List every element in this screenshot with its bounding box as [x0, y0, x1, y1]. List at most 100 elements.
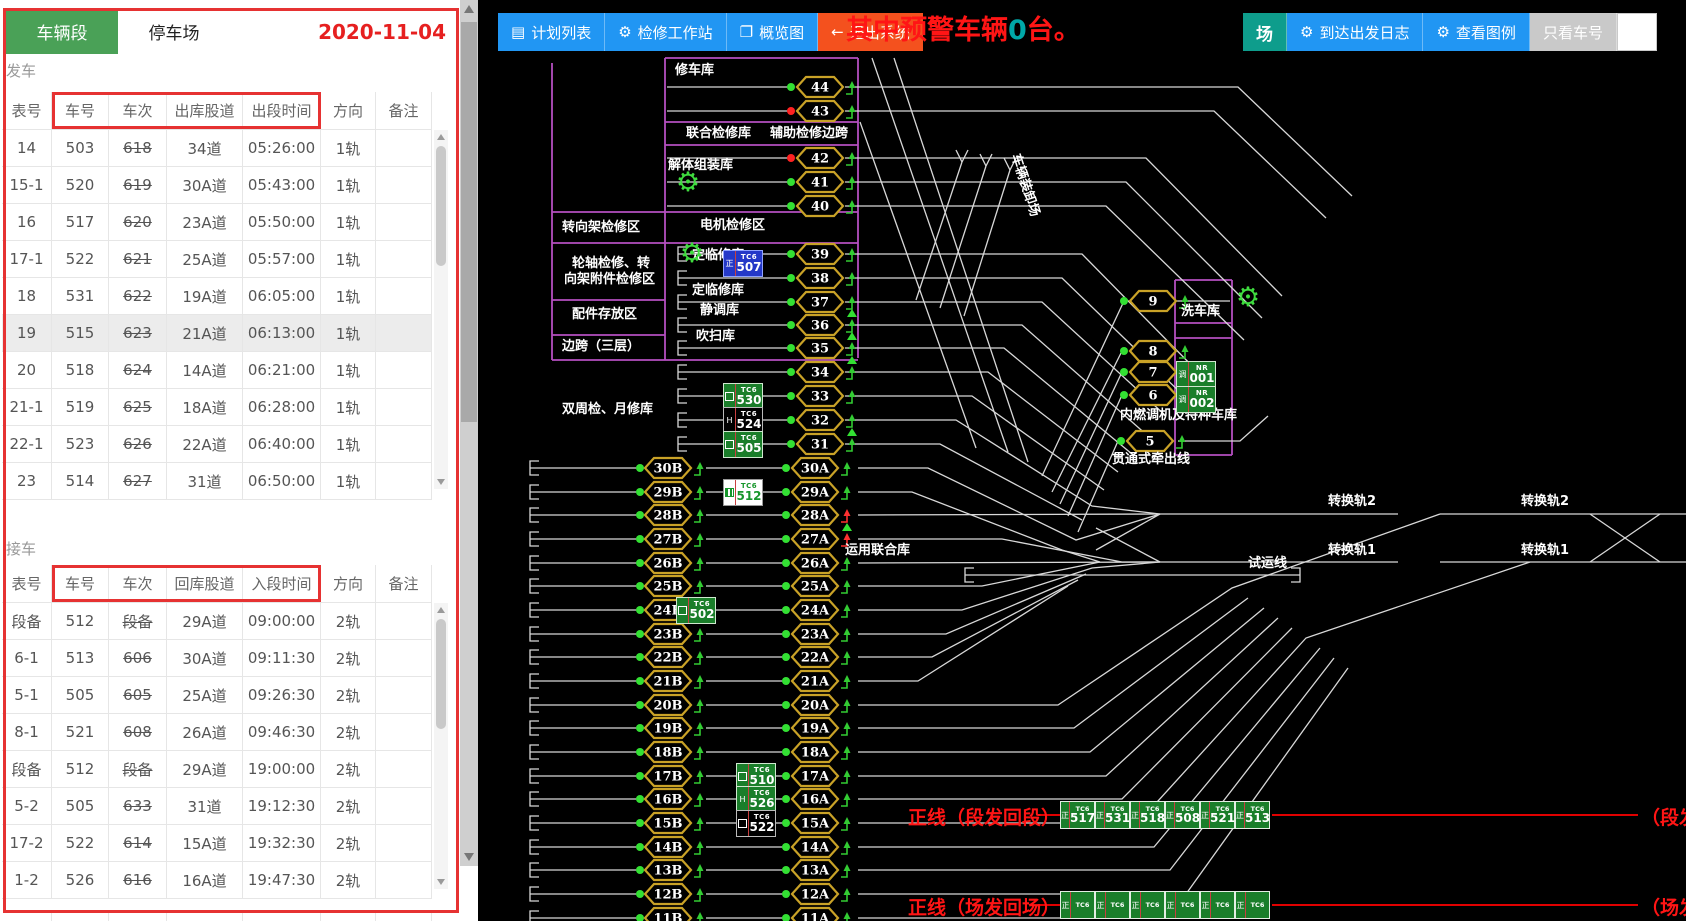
track-badge-17B[interactable]: 17B — [645, 766, 691, 786]
scroll-down-icon[interactable] — [437, 879, 445, 885]
track-badge-20A[interactable]: 20A — [792, 695, 838, 715]
track-badge-6[interactable]: 6 — [1130, 385, 1176, 405]
track-badge-21A[interactable]: 21A — [792, 671, 838, 691]
track-badge-21B[interactable]: 21B — [645, 671, 691, 691]
track-badge-28A[interactable]: 28A — [792, 505, 838, 525]
track-badge-29B[interactable]: 29B — [645, 482, 691, 502]
track-badge-30B[interactable]: 30B — [645, 458, 691, 478]
track-badge-13B[interactable]: 13B — [645, 860, 691, 880]
track-badge-5[interactable]: 5 — [1127, 431, 1173, 451]
track-badge-15B[interactable]: 15B — [645, 813, 691, 833]
track-badge-42[interactable]: 42 — [797, 148, 843, 168]
scroll-down-icon[interactable] — [437, 479, 445, 485]
scroll-up-icon[interactable] — [437, 134, 445, 140]
track-badge-29A[interactable]: 29A — [792, 482, 838, 502]
track-badge-24A[interactable]: 24A — [792, 600, 838, 620]
table-row[interactable]: 21-151962518A道06:28:001轨 — [2, 389, 432, 426]
track-badge-17A[interactable]: 17A — [792, 766, 838, 786]
table-row[interactable]: 6-151360630A道09:11:302轨 — [2, 640, 432, 677]
track-badge-43[interactable]: 43 — [797, 101, 843, 121]
table-row[interactable]: 15-152061930A道05:43:001轨 — [2, 167, 432, 204]
toolbar-button-查看图例[interactable]: ⚙查看图例 — [1423, 13, 1529, 51]
track-badge-27B[interactable]: 27B — [645, 529, 691, 549]
table-row[interactable]: 22-152362622A道06:40:001轨 — [2, 426, 432, 463]
track-badge-11B[interactable]: 11B — [645, 908, 691, 921]
track-badge-26A[interactable]: 26A — [792, 553, 838, 573]
track-badge-12B[interactable]: 12B — [645, 884, 691, 904]
table-row[interactable]: 段备512段备29A道09:00:002轨 — [2, 603, 432, 640]
toolbar-button-场[interactable]: 场 — [1243, 13, 1287, 51]
table-row[interactable]: 2051862414A道06:21:001轨 — [2, 352, 432, 389]
track-badge-28B[interactable]: 28B — [645, 505, 691, 525]
track-badge-41[interactable]: 41 — [797, 172, 843, 192]
gear-alert-icon[interactable]: ⚙ — [1236, 282, 1260, 313]
scrollbar-thumb[interactable] — [436, 619, 446, 729]
table-row[interactable]: 1951562321A道06:13:001轨 — [2, 315, 432, 352]
table-row[interactable]: 8-152160826A道09:46:302轨 — [2, 714, 432, 751]
scrollbar-thumb[interactable] — [436, 146, 446, 266]
track-badge-8[interactable]: 8 — [1130, 341, 1176, 361]
track-badge-39[interactable]: 39 — [797, 244, 843, 264]
track-badge-18A[interactable]: 18A — [792, 742, 838, 762]
track-badge-30A[interactable]: 30A — [792, 458, 838, 478]
table-row[interactable]: 5-250563331道19:12:302轨 — [2, 788, 432, 825]
track-badge-23B[interactable]: 23B — [645, 624, 691, 644]
track-badge-31[interactable]: 31 — [797, 434, 843, 454]
track-badge-34[interactable]: 34 — [797, 362, 843, 382]
scroll-up-icon[interactable] — [437, 607, 445, 613]
departure-table-scrollbar[interactable] — [434, 130, 448, 489]
track-badge-40[interactable]: 40 — [797, 196, 843, 216]
tab-parking[interactable]: 停车场 — [118, 8, 230, 54]
track-badge-14B[interactable]: 14B — [645, 837, 691, 857]
scroll-down-icon[interactable] — [464, 853, 474, 861]
track-badge-35[interactable]: 35 — [797, 338, 843, 358]
track-badge-37[interactable]: 37 — [797, 292, 843, 312]
track-badge-13A[interactable]: 13A — [792, 860, 838, 880]
tab-depot[interactable]: 车辆段 — [6, 8, 118, 54]
toolbar-button-概览图[interactable]: ❐概览图 — [727, 13, 818, 51]
track-badge-19B[interactable]: 19B — [645, 718, 691, 738]
panel-scrollbar[interactable] — [460, 0, 478, 866]
track-badge-7[interactable]: 7 — [1130, 362, 1176, 382]
toolbar-button-检修工作站[interactable]: ⚙检修工作站 — [605, 13, 726, 51]
arrival-table-scrollbar[interactable] — [434, 603, 448, 889]
track-badge-11A[interactable]: 11A — [792, 908, 838, 921]
table-row[interactable]: 1450361834道05:26:001轨 — [2, 130, 432, 167]
table-row[interactable]: 1-252661616A道19:47:302轨 — [2, 862, 432, 899]
track-badge-44[interactable]: 44 — [797, 77, 843, 97]
gear-alert-icon[interactable]: ⚙ — [676, 167, 700, 198]
toolbar-button-计划列表[interactable]: ▤计划列表 — [498, 13, 605, 51]
track-badge-19A[interactable]: 19A — [792, 718, 838, 738]
only-trainno-indicator[interactable] — [1617, 13, 1657, 51]
table-row[interactable]: 5-150560525A道09:26:302轨 — [2, 677, 432, 714]
table-row[interactable]: 17-152262125A道05:57:001轨 — [2, 241, 432, 278]
table-row[interactable]: 1651762023A道05:50:001轨 — [2, 204, 432, 241]
table-row[interactable]: 17-252261415A道19:32:302轨 — [2, 825, 432, 862]
track-badge-23A[interactable]: 23A — [792, 624, 838, 644]
track-badge-25B[interactable]: 25B — [645, 576, 691, 596]
track-badge-16A[interactable]: 16A — [792, 789, 838, 809]
track-badge-18B[interactable]: 18B — [645, 742, 691, 762]
scroll-up-icon[interactable] — [464, 5, 474, 13]
track-badge-33[interactable]: 33 — [797, 386, 843, 406]
track-badge-15A[interactable]: 15A — [792, 813, 838, 833]
table-row[interactable]: 2351462731道06:50:001轨 — [2, 463, 432, 500]
track-badge-38[interactable]: 38 — [797, 268, 843, 288]
track-badge-27A[interactable]: 27A — [792, 529, 838, 549]
table-row[interactable]: 1853162219A道06:05:001轨 — [2, 278, 432, 315]
track-badge-25A[interactable]: 25A — [792, 576, 838, 596]
toolbar-button-到达出发日志[interactable]: ⚙到达出发日志 — [1287, 13, 1423, 51]
track-badge-16B[interactable]: 16B — [645, 789, 691, 809]
scrollbar-thumb[interactable] — [461, 22, 477, 422]
toolbar-button-只看车号[interactable]: 只看车号 — [1530, 13, 1617, 51]
gear-alert-icon[interactable]: ⚙ — [680, 238, 704, 269]
track-badge-14A[interactable]: 14A — [792, 837, 838, 857]
track-badge-22A[interactable]: 22A — [792, 647, 838, 667]
track-badge-20B[interactable]: 20B — [645, 695, 691, 715]
table-row[interactable]: 段备512段备29A道19:00:002轨 — [2, 751, 432, 788]
track-badge-24B[interactable]: 24B — [645, 600, 691, 620]
track-badge-9[interactable]: 9 — [1130, 291, 1176, 311]
track-badge-22B[interactable]: 22B — [645, 647, 691, 667]
track-badge-26B[interactable]: 26B — [645, 553, 691, 573]
track-badge-36[interactable]: 36 — [797, 315, 843, 335]
